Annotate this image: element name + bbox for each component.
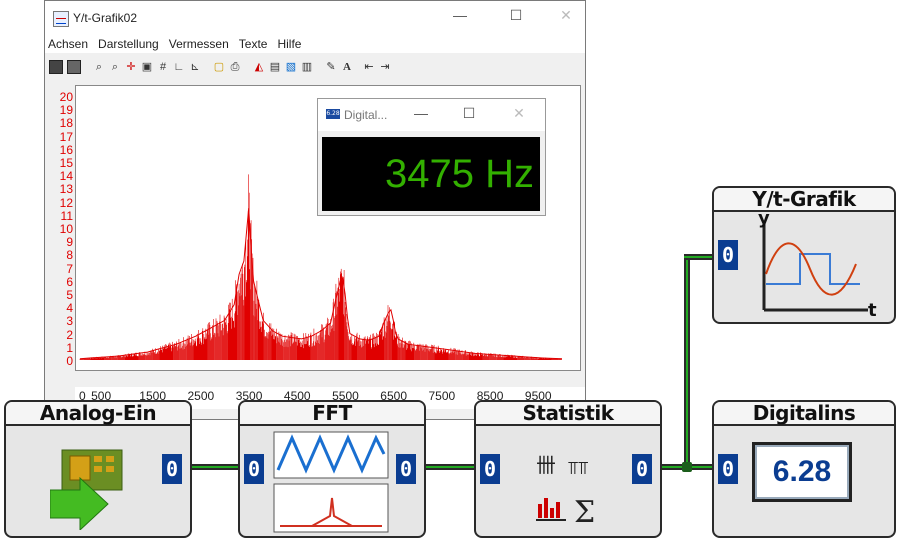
digital-app-icon: 6.28: [326, 109, 340, 119]
close-button[interactable]: ✕: [551, 7, 581, 24]
fft-out-port[interactable]: 0: [396, 454, 416, 484]
y-tick-label: 3: [66, 314, 73, 329]
axis-icon[interactable]: ∟: [173, 61, 185, 73]
digitalins-in-port[interactable]: 0: [718, 454, 738, 484]
y-tick-label: 7: [66, 261, 73, 276]
grid-icon[interactable]: #: [157, 61, 169, 73]
statistik-icon: 卌 ⫪⫪ Σ: [536, 453, 595, 528]
statistik-block[interactable]: Statistik 0 卌 ⫪⫪ Σ 0: [474, 400, 662, 538]
y-tick-label: 5: [66, 288, 73, 302]
toolbar: ⌕ ⌕ ✛ ▣ # ∟ ⊾ ▢ ⎙ ◭ ▤ ▧ ▥ ✎ A ⇤ ⇥: [45, 55, 585, 79]
y-axis: 0 1 2 3 4 5 6 7 8 9 10 11 12 13 14 15 16 17 18 19 20: [51, 87, 73, 371]
zoom-out-icon[interactable]: ⌕: [109, 61, 121, 73]
y-tick-label: 6: [66, 274, 73, 289]
digital-titlebar[interactable]: 6.28 Digital... — ☐ ✕: [318, 99, 545, 131]
menu-texte[interactable]: Texte: [238, 37, 269, 51]
yt-graph-icon: [762, 224, 868, 312]
yt-graph-window: Y/t-Grafik02 — ☐ ✕ Achsen Darstellung Ve…: [44, 0, 586, 420]
y-tick-label: 2: [66, 327, 73, 342]
window-titlebar[interactable]: Y/t-Grafik02 — ☐ ✕: [45, 1, 585, 35]
wire-junction: [682, 462, 692, 472]
save-icon[interactable]: ▣: [141, 61, 153, 73]
app-icon: [53, 11, 69, 27]
analog-in-icon: [50, 449, 123, 530]
menu-achsen[interactable]: Achsen: [47, 37, 89, 51]
cursor-icon[interactable]: ✛: [125, 61, 137, 73]
chart3-icon[interactable]: ▧: [285, 61, 297, 73]
svg-text:⫪⫪: ⫪⫪: [568, 458, 588, 479]
y-tick-label: 9: [66, 235, 73, 250]
menu-hilfe[interactable]: Hilfe: [276, 37, 302, 51]
analog-out-port[interactable]: 0: [162, 454, 182, 484]
bars-icon[interactable]: ▥: [301, 61, 313, 73]
y-tick-label: 0: [66, 354, 73, 368]
y-tick-label: 20: [59, 90, 73, 104]
y-tick-label: 13: [59, 182, 73, 197]
wire-fft-statistik: [424, 464, 478, 470]
menu-darstellung[interactable]: Darstellung: [97, 37, 160, 51]
digital-close-button[interactable]: ✕: [504, 105, 534, 122]
menu-vermessen[interactable]: Vermessen: [168, 37, 230, 51]
digital-window-title: Digital...: [344, 108, 388, 122]
digitalins-display: 6.28: [752, 442, 852, 502]
y-tick-label: 15: [59, 156, 73, 170]
text-icon[interactable]: A: [341, 61, 353, 73]
zoom-in-icon[interactable]: ⌕: [93, 61, 105, 73]
brush-icon[interactable]: ✎: [325, 61, 337, 73]
y-tick-label: 10: [59, 222, 73, 236]
nav-left-icon[interactable]: ⇤: [363, 61, 375, 73]
yt-graph-title: Y/t-Grafik: [714, 188, 894, 212]
digitalins-title: Digitalins: [714, 402, 894, 426]
analog-in-block[interactable]: Analog-Ein 0: [4, 400, 192, 538]
frequency-unit: Hz: [485, 152, 534, 196]
y-tick-label: 19: [59, 103, 73, 118]
export2-icon[interactable]: [67, 60, 81, 74]
analog-in-title: Analog-Ein: [6, 402, 190, 426]
x-tick-label: 7500: [428, 389, 456, 403]
svg-text:Σ: Σ: [574, 495, 595, 528]
fft-title: FFT: [240, 402, 424, 426]
x-tick-label: 2500: [187, 389, 215, 403]
y-tick-label: 1: [66, 340, 73, 355]
svg-text:卌: 卌: [536, 453, 556, 477]
wire-branch-vertical: [684, 254, 690, 470]
digitalins-block[interactable]: Digitalins 0 6.28: [712, 400, 896, 538]
copy-icon[interactable]: ▢: [213, 61, 225, 73]
y-tick-label: 4: [66, 301, 73, 316]
yt-graph-block[interactable]: Y/t-Grafik 0 y t: [712, 186, 896, 324]
chart2-icon[interactable]: ▤: [269, 61, 281, 73]
frequency-display: 3475 Hz: [322, 137, 540, 211]
frequency-value: 3475: [385, 152, 474, 196]
print-icon[interactable]: ⎙: [229, 61, 241, 73]
window-title: Y/t-Grafik02: [73, 11, 138, 25]
y-tick-label: 18: [59, 116, 73, 131]
digital-window: 6.28 Digital... — ☐ ✕ 3475 Hz: [317, 98, 546, 216]
y-tick-label: 17: [59, 129, 73, 144]
yt-axis-t-label: t: [868, 300, 877, 321]
nav-right-icon[interactable]: ⇥: [379, 61, 391, 73]
y-tick-label: 11: [60, 208, 73, 223]
export-icon[interactable]: [49, 60, 63, 74]
digital-maximize-button[interactable]: ☐: [454, 105, 484, 122]
yt-in-port[interactable]: 0: [718, 240, 738, 270]
y-tick-label: 16: [59, 142, 73, 157]
minimize-button[interactable]: —: [445, 7, 475, 23]
y-tick-label: 8: [66, 248, 73, 263]
statistik-out-port[interactable]: 0: [632, 454, 652, 484]
menu-bar: Achsen Darstellung Vermessen Texte Hilfe: [45, 35, 585, 53]
y-tick-label: 14: [59, 169, 73, 184]
fft-icon: [273, 431, 389, 533]
yt-axis-y-label: y: [758, 208, 770, 229]
digital-minimize-button[interactable]: —: [406, 105, 436, 121]
y-tick-label: 12: [59, 195, 73, 210]
fft-block[interactable]: FFT 0 0: [238, 400, 426, 538]
maximize-button[interactable]: ☐: [501, 7, 531, 24]
wire-analog-fft: [190, 464, 240, 470]
statistik-title: Statistik: [476, 402, 660, 426]
fft-in-port[interactable]: 0: [244, 454, 264, 484]
statistik-in-port[interactable]: 0: [480, 454, 500, 484]
chart-icon[interactable]: ◭: [253, 61, 265, 73]
axis2-icon[interactable]: ⊾: [189, 61, 201, 73]
